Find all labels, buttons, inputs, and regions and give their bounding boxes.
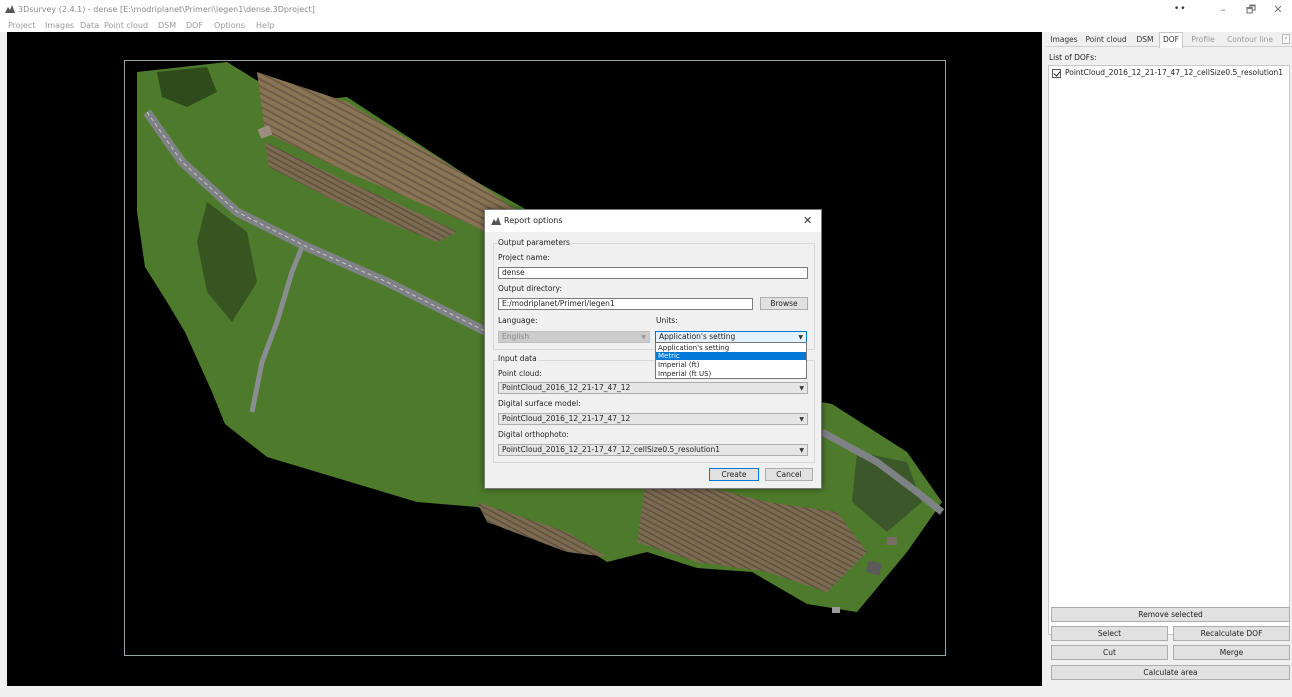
units-label: Units: <box>656 316 678 325</box>
dsm-label: Digital surface model: <box>498 399 581 408</box>
chevron-down-icon: ▼ <box>799 447 804 454</box>
remove-selected-button[interactable]: Remove selected <box>1051 607 1290 622</box>
dialog-title-bar: Report options ✕ <box>485 210 821 232</box>
list-item[interactable]: PointCloud_2016_12_21-17_47_12_cellSize0… <box>1052 68 1283 78</box>
language-value: English <box>502 332 530 341</box>
tab-point-cloud[interactable]: Point cloud <box>1084 33 1128 47</box>
app-logo-icon <box>491 217 501 225</box>
calculate-area-button[interactable]: Calculate area <box>1051 665 1290 680</box>
menu-images[interactable]: Images <box>45 21 74 30</box>
chevron-down-icon: ▼ <box>799 416 804 423</box>
status-bar <box>0 686 1292 697</box>
language-select: English ▼ <box>498 331 650 343</box>
units-dropdown-list[interactable]: Application's setting Metric Imperial (f… <box>655 342 807 379</box>
dsm-value: PointCloud_2016_12_21-17_47_12 <box>502 414 631 423</box>
point-cloud-value: PointCloud_2016_12_21-17_47_12 <box>502 383 631 392</box>
point-cloud-label: Point cloud: <box>498 369 542 378</box>
cancel-button[interactable]: Cancel <box>765 468 813 481</box>
units-option-metric[interactable]: Metric <box>656 352 806 360</box>
close-icon[interactable]: ✕ <box>803 214 812 227</box>
window-title: 3Dsurvey (2.4.1) - dense [E:\modriplanet… <box>18 5 315 14</box>
chevron-down-icon: ▼ <box>641 334 646 341</box>
tab-contour-line[interactable]: Contour line <box>1221 33 1279 47</box>
app-logo-icon <box>5 5 15 13</box>
panel-tabs: Images Point cloud DSM DOF Profile Conto… <box>1046 32 1292 48</box>
dof-item-label: PointCloud_2016_12_21-17_47_12_cellSize0… <box>1065 68 1284 77</box>
tab-profile[interactable]: Profile <box>1188 33 1218 47</box>
menu-point-cloud[interactable]: Point cloud <box>104 21 148 30</box>
output-directory-field[interactable]: E:/modriplanet/Primeri/legen1 <box>498 298 753 310</box>
project-name-field[interactable]: dense <box>498 267 808 279</box>
ellipsis-icon[interactable]: •• <box>1174 4 1187 14</box>
dialog-title: Report options <box>504 216 563 225</box>
tab-scroll-right-icon[interactable]: › <box>1282 34 1290 44</box>
checkbox-checked-icon[interactable] <box>1052 68 1061 78</box>
right-panel: Images Point cloud DSM DOF Profile Conto… <box>1046 32 1292 686</box>
menu-bar: Project Images Data Point cloud DSM DOF … <box>0 20 1292 32</box>
dof-value: PointCloud_2016_12_21-17_47_12_cellSize0… <box>502 445 721 454</box>
units-value: Application's setting <box>659 332 736 341</box>
dof-list[interactable]: PointCloud_2016_12_21-17_47_12_cellSize0… <box>1048 65 1290 635</box>
create-button[interactable]: Create <box>709 468 759 481</box>
language-label: Language: <box>498 316 538 325</box>
cut-button[interactable]: Cut <box>1051 645 1168 660</box>
dof-label: Digital orthophoto: <box>498 430 569 439</box>
tab-dsm[interactable]: DSM <box>1134 33 1156 47</box>
maximize-button[interactable]: 🗗 <box>1243 3 1259 17</box>
input-data-title: Input data <box>498 354 539 363</box>
menu-project[interactable]: Project <box>8 21 35 30</box>
output-directory-label: Output directory: <box>498 284 562 293</box>
recalculate-dof-button[interactable]: Recalculate DOF <box>1173 626 1290 641</box>
dsm-select[interactable]: PointCloud_2016_12_21-17_47_12 ▼ <box>498 413 808 425</box>
tab-images[interactable]: Images <box>1048 33 1080 47</box>
close-window-button[interactable]: ✕ <box>1270 3 1286 17</box>
chevron-down-icon: ▼ <box>799 385 804 392</box>
menu-data[interactable]: Data <box>80 21 99 30</box>
dof-select[interactable]: PointCloud_2016_12_21-17_47_12_cellSize0… <box>498 444 808 456</box>
menu-options[interactable]: Options <box>214 21 245 30</box>
minimize-button[interactable]: – <box>1215 3 1231 17</box>
tab-dof[interactable]: DOF <box>1159 32 1183 48</box>
units-option-imperial-ft-us[interactable]: Imperial (ft US) <box>656 370 806 378</box>
menu-help[interactable]: Help <box>256 21 274 30</box>
merge-button[interactable]: Merge <box>1173 645 1290 660</box>
dof-list-title: List of DOFs: <box>1049 53 1097 62</box>
units-option-imperial-ft[interactable]: Imperial (ft) <box>656 361 806 369</box>
browse-button[interactable]: Browse <box>760 297 808 310</box>
point-cloud-select[interactable]: PointCloud_2016_12_21-17_47_12 ▼ <box>498 382 808 394</box>
output-parameters-title: Output parameters <box>498 238 572 247</box>
menu-dof[interactable]: DOF <box>186 21 203 30</box>
title-bar: 3Dsurvey (2.4.1) - dense [E:\modriplanet… <box>0 0 1292 20</box>
select-button[interactable]: Select <box>1051 626 1168 641</box>
units-option-application[interactable]: Application's setting <box>656 344 806 352</box>
project-name-label: Project name: <box>498 253 550 262</box>
menu-dsm[interactable]: DSM <box>158 21 176 30</box>
